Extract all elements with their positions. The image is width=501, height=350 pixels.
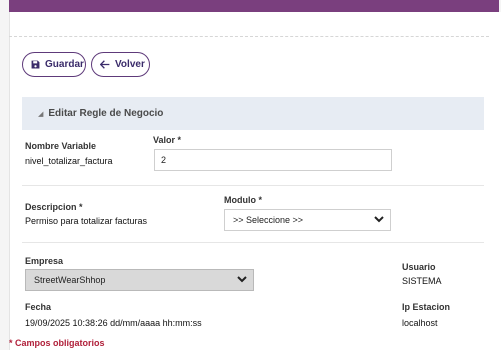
collapse-triangle-icon: ◢ <box>38 110 44 118</box>
modulo-select-value: >> Seleccione >> <box>233 215 304 225</box>
descripcion-section: Descripcion * Permiso para totalizar fac… <box>22 185 484 235</box>
chevron-down-icon <box>237 275 247 285</box>
top-accent-bar <box>9 0 499 12</box>
usuario-label: Usuario <box>402 262 436 272</box>
chevron-down-icon <box>374 215 384 225</box>
required-fields-note: * Campos obligatorios <box>9 338 105 348</box>
fecha-label: Fecha <box>25 302 52 312</box>
empresa-section: Empresa StreetWearShhop Usuario SISTEMA … <box>22 242 484 335</box>
valor-input-value: 2 <box>161 155 167 165</box>
ip-estacion-value: localhost <box>402 318 438 328</box>
modulo-label: Modulo * <box>224 195 262 205</box>
save-icon <box>31 60 40 69</box>
nombre-variable-label: Nombre Variable <box>25 141 97 151</box>
variable-section: Nombre Variable nivel_totalizar_factura … <box>22 130 484 177</box>
descripcion-value: Permiso para totalizar facturas <box>25 216 148 226</box>
back-button[interactable]: Volver <box>91 52 150 77</box>
valor-input[interactable]: 2 <box>154 149 392 171</box>
empresa-select[interactable]: StreetWearShhop <box>25 269 254 291</box>
section-title: Editar Regle de Negocio <box>48 108 164 119</box>
save-button[interactable]: Guardar <box>22 52 86 77</box>
empresa-label: Empresa <box>25 256 64 266</box>
nombre-variable-value: nivel_totalizar_factura <box>25 156 113 166</box>
fecha-value: 19/09/2025 10:38:26 dd/mm/aaaa hh:mm:ss <box>25 318 202 328</box>
ip-estacion-label: Ip Estacion <box>402 302 451 312</box>
descripcion-label: Descripcion * <box>25 202 83 212</box>
section-header[interactable]: ◢ Editar Regle de Negocio <box>22 97 484 130</box>
valor-label: Valor * <box>153 135 182 145</box>
empresa-select-value: StreetWearShhop <box>34 275 106 285</box>
arrow-left-icon <box>100 60 110 69</box>
dashed-divider <box>9 36 489 37</box>
modulo-select[interactable]: >> Seleccione >> <box>224 209 391 231</box>
usuario-value: SISTEMA <box>402 276 442 286</box>
save-button-label: Guardar <box>45 59 84 70</box>
back-button-label: Volver <box>115 59 145 70</box>
